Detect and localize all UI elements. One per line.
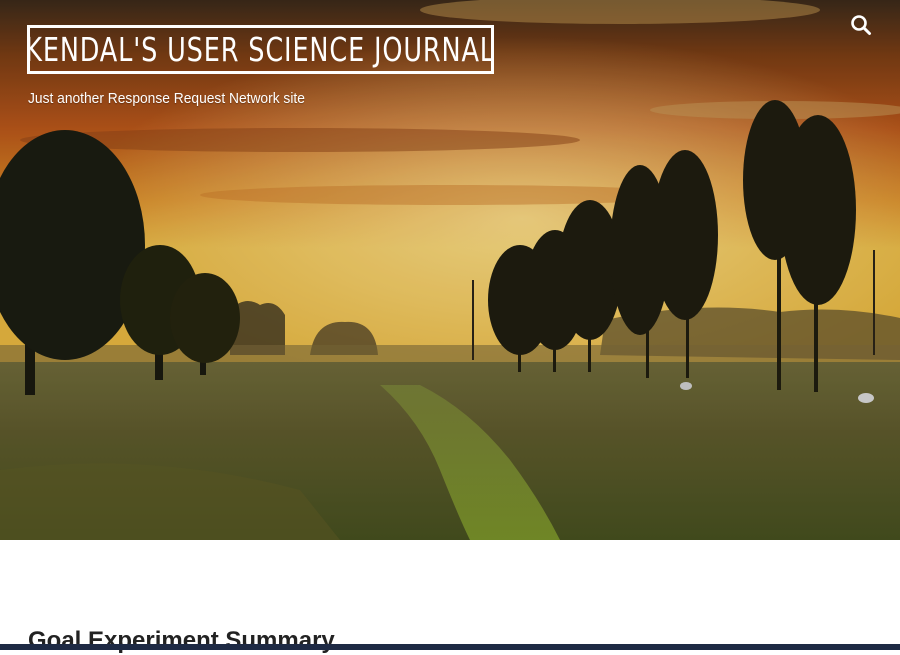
search-button[interactable] — [850, 14, 878, 42]
site-title[interactable]: KENDAL'S USER SCIENCE JOURNAL — [26, 30, 496, 69]
post-title[interactable]: Goal Experiment Summary — [28, 627, 335, 655]
site-title-link[interactable]: KENDAL'S USER SCIENCE JOURNAL — [26, 25, 496, 74]
site-tagline: Just another Response Request Network si… — [28, 90, 305, 107]
search-icon — [851, 15, 871, 35]
sunset-landscape — [0, 0, 900, 540]
hero-image: KENDAL'S USER SCIENCE JOURNAL Just anoth… — [0, 0, 900, 540]
bottom-bar — [0, 644, 900, 650]
